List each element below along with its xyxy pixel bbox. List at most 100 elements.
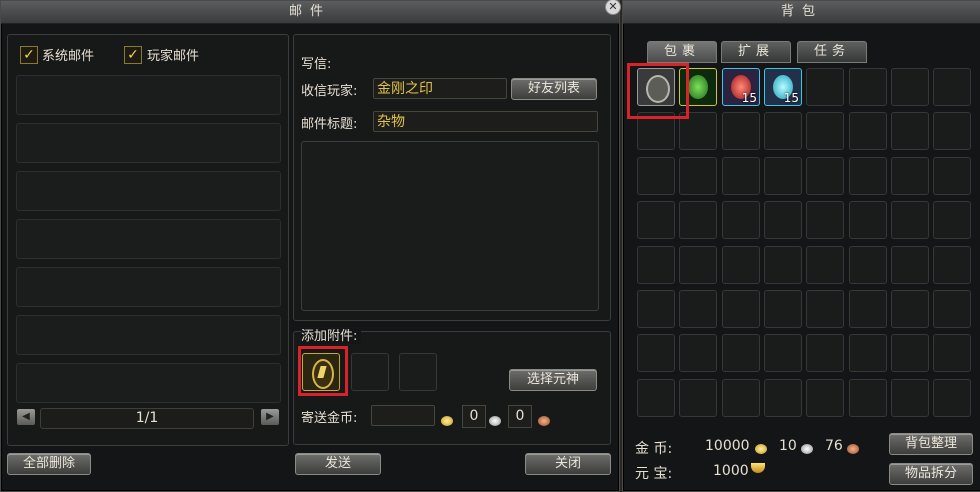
inventory-slot[interactable] <box>679 157 717 195</box>
inventory-slot[interactable] <box>849 157 887 195</box>
inventory-slot[interactable] <box>806 157 844 195</box>
inventory-slot[interactable] <box>849 112 887 150</box>
inventory-slot[interactable] <box>764 334 802 372</box>
inventory-slot[interactable] <box>806 334 844 372</box>
inventory-slot[interactable] <box>722 379 760 417</box>
inventory-slot[interactable] <box>637 201 675 239</box>
inventory-slot[interactable]: 15 <box>764 68 802 106</box>
inventory-slot[interactable] <box>722 334 760 372</box>
inventory-slot[interactable] <box>891 246 929 284</box>
inventory-slot[interactable] <box>849 246 887 284</box>
inventory-slot[interactable] <box>637 157 675 195</box>
friend-list-button[interactable]: 好友列表 <box>511 78 597 100</box>
inventory-slot[interactable] <box>806 246 844 284</box>
inventory-slot[interactable] <box>933 157 971 195</box>
subject-input[interactable]: 杂物 <box>373 111 598 132</box>
inventory-slot[interactable] <box>806 68 844 106</box>
silver-coin-icon <box>489 410 501 429</box>
inventory-slot[interactable] <box>933 334 971 372</box>
inventory-slot[interactable] <box>849 68 887 106</box>
mail-title: 邮件 <box>1 1 619 24</box>
inventory-slot[interactable] <box>722 112 760 150</box>
inventory-slot[interactable] <box>722 201 760 239</box>
inventory-slot[interactable] <box>891 68 929 106</box>
inventory-slot[interactable] <box>679 379 717 417</box>
mail-list-item[interactable] <box>16 75 281 115</box>
inventory-slot[interactable] <box>806 112 844 150</box>
attachment-slot-3[interactable] <box>399 353 437 391</box>
inventory-slot[interactable] <box>764 112 802 150</box>
inventory-slot[interactable] <box>764 290 802 328</box>
inventory-slot[interactable] <box>679 290 717 328</box>
delete-all-button[interactable]: 全部删除 <box>7 453 91 475</box>
inventory-slot[interactable] <box>806 290 844 328</box>
inventory-slot[interactable] <box>849 201 887 239</box>
inventory-slot[interactable] <box>849 334 887 372</box>
inventory-slot[interactable] <box>679 201 717 239</box>
inventory-slot[interactable] <box>933 201 971 239</box>
copper-value: 76 <box>825 438 843 454</box>
inventory-slot[interactable] <box>891 112 929 150</box>
prev-page-icon[interactable]: ◀ <box>17 409 35 425</box>
inventory-slot[interactable] <box>933 379 971 417</box>
mail-window: 邮件 ✕ ✓ 系统邮件 ✓ 玩家邮件 ◀ 1/1 ▶ 全部删除 写信: 收信玩家… <box>0 0 621 492</box>
inventory-slot[interactable] <box>722 157 760 195</box>
inventory-slot[interactable] <box>637 334 675 372</box>
mail-list-item[interactable] <box>16 267 281 307</box>
send-gold-input[interactable] <box>371 405 435 426</box>
inventory-slot[interactable] <box>933 246 971 284</box>
inventory-slot[interactable] <box>849 379 887 417</box>
inventory-slot[interactable] <box>637 379 675 417</box>
inventory-slot[interactable] <box>891 157 929 195</box>
gold-coin-icon <box>441 410 453 429</box>
split-item-button[interactable]: 物品拆分 <box>889 463 973 485</box>
mail-list-item[interactable] <box>16 123 281 163</box>
inventory-slot[interactable] <box>806 379 844 417</box>
tab-package[interactable]: 包裹 <box>647 41 717 63</box>
inventory-slot[interactable] <box>722 290 760 328</box>
inventory-slot[interactable] <box>764 201 802 239</box>
item-count: 15 <box>783 91 799 105</box>
sort-bag-button[interactable]: 背包整理 <box>889 433 973 455</box>
mail-list-item[interactable] <box>16 315 281 355</box>
inventory-slot[interactable] <box>891 201 929 239</box>
inventory-slot[interactable] <box>764 379 802 417</box>
silver-coin-icon <box>801 438 813 457</box>
inventory-slot[interactable] <box>891 379 929 417</box>
gold-value: 10000 <box>705 438 750 454</box>
inventory-slot[interactable] <box>849 290 887 328</box>
select-soul-button[interactable]: 选择元神 <box>509 369 597 391</box>
inventory-slot[interactable] <box>806 201 844 239</box>
inventory-slot[interactable] <box>933 68 971 106</box>
attachment-slot-2[interactable] <box>351 353 389 391</box>
attachment-slot-1[interactable] <box>302 353 340 391</box>
inventory-slot[interactable] <box>722 246 760 284</box>
next-page-icon[interactable]: ▶ <box>261 409 279 425</box>
system-mail-checkbox[interactable]: ✓ <box>20 46 38 64</box>
send-copper-input[interactable]: 0 <box>508 405 532 428</box>
recipient-input[interactable]: 金刚之印 <box>373 78 507 99</box>
tab-quest[interactable]: 任务 <box>797 41 867 63</box>
mail-list-item[interactable] <box>16 219 281 259</box>
inventory-slot[interactable] <box>679 334 717 372</box>
inventory-slot[interactable] <box>637 290 675 328</box>
recipient-label: 收信玩家: <box>301 84 358 99</box>
tab-expansion[interactable]: 扩展 <box>721 41 791 63</box>
item-count: 15 <box>741 91 757 105</box>
mail-body-textarea[interactable] <box>301 141 599 311</box>
close-button[interactable]: 关闭 <box>525 453 611 475</box>
inventory-slot[interactable] <box>764 246 802 284</box>
send-button[interactable]: 发送 <box>295 453 381 475</box>
inventory-slot[interactable] <box>891 334 929 372</box>
inventory-slot[interactable] <box>764 157 802 195</box>
inventory-slot[interactable]: 15 <box>722 68 760 106</box>
inventory-slot[interactable] <box>679 246 717 284</box>
mail-list-item[interactable] <box>16 171 281 211</box>
inventory-slot[interactable] <box>933 290 971 328</box>
inventory-slot[interactable] <box>637 246 675 284</box>
player-mail-checkbox[interactable]: ✓ <box>124 46 142 64</box>
inventory-slot[interactable] <box>891 290 929 328</box>
inventory-slot[interactable] <box>933 112 971 150</box>
mail-list-item[interactable] <box>16 363 281 403</box>
send-silver-input[interactable]: 0 <box>462 405 486 428</box>
